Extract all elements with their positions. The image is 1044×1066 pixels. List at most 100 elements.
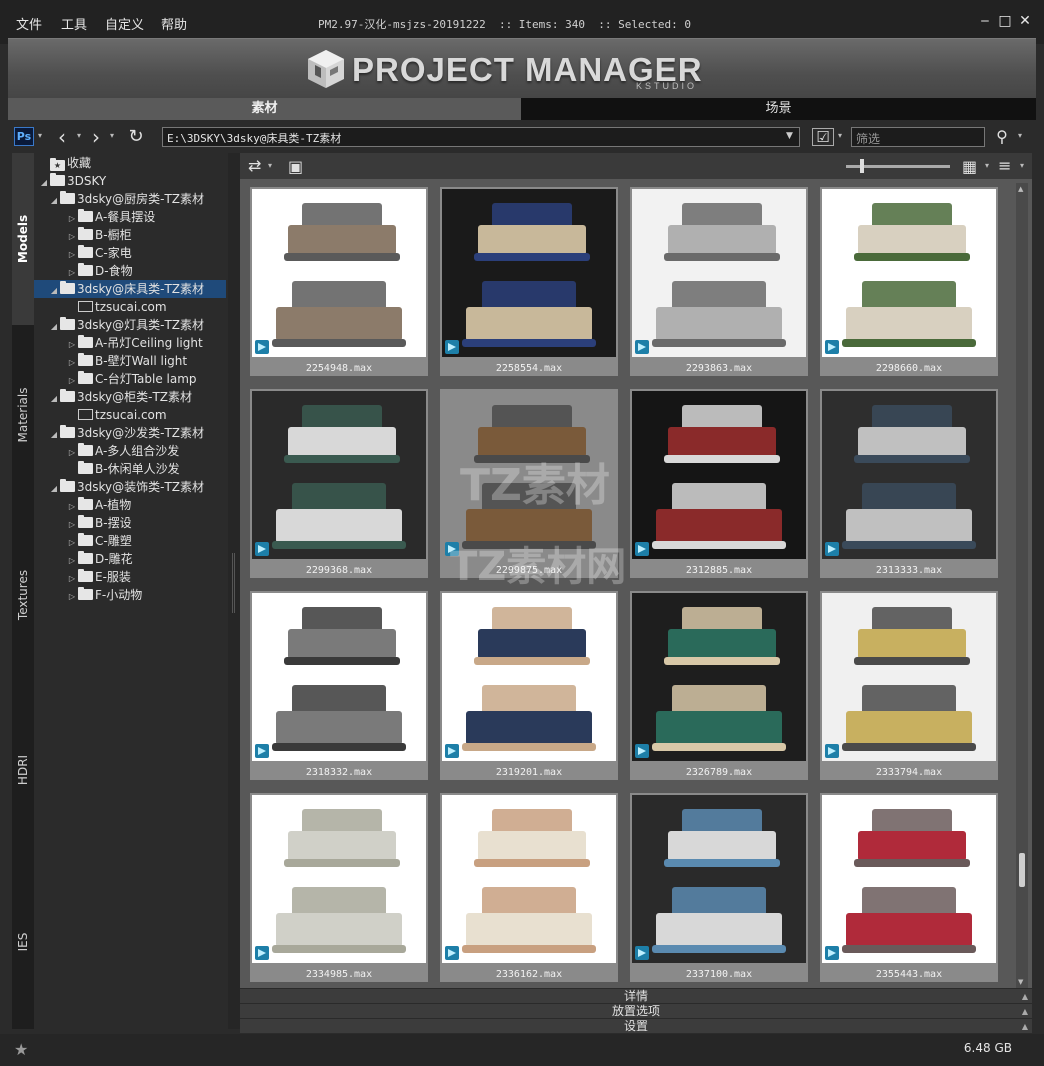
- expand-icon[interactable]: ▲: [1022, 990, 1028, 1004]
- asset-thumbnail[interactable]: 2318332.max: [250, 591, 428, 780]
- filter-input[interactable]: 筛选: [851, 127, 985, 147]
- sync-icon[interactable]: ⇄: [248, 156, 261, 175]
- tree-item[interactable]: ◢ 3dsky@沙发类-TZ素材: [48, 424, 204, 442]
- asset-thumbnail[interactable]: 2336162.max: [440, 793, 618, 982]
- collapse-arrow-icon[interactable]: ◢: [48, 192, 60, 210]
- refresh-icon[interactable]: ↻: [126, 126, 146, 148]
- tree-item[interactable]: ▷ E-服装: [66, 568, 131, 586]
- asset-thumbnail[interactable]: 2319201.max: [440, 591, 618, 780]
- panel-settings[interactable]: 设置 ▲: [240, 1018, 1032, 1033]
- tree-item[interactable]: ▷ C-台灯Table lamp: [66, 370, 197, 388]
- menu-customize[interactable]: 自定义: [105, 14, 144, 33]
- view-dropdown-icon[interactable]: ▾: [985, 161, 989, 170]
- photoshop-icon[interactable]: Ps: [14, 127, 34, 146]
- asset-thumbnail[interactable]: 2334985.max: [250, 793, 428, 982]
- tree-item[interactable]: tzsucai.com: [66, 406, 167, 424]
- path-input[interactable]: E:\3DSKY\3dsky@床具类-TZ素材: [162, 127, 800, 147]
- tab-materials[interactable]: Materials: [12, 325, 34, 505]
- expand-arrow-icon[interactable]: ▷: [66, 588, 78, 606]
- tree-item[interactable]: B-休闲单人沙发: [66, 460, 180, 478]
- tree-item[interactable]: ▷ C-雕塑: [66, 532, 132, 550]
- expand-icon[interactable]: ▲: [1022, 1020, 1028, 1034]
- box-icon[interactable]: ▣: [288, 157, 303, 176]
- checklist-icon[interactable]: ☑: [812, 128, 834, 146]
- sync-dropdown-icon[interactable]: ▾: [268, 161, 272, 170]
- tab-hdri[interactable]: HDRI: [12, 685, 34, 855]
- grid-view-icon[interactable]: ▦: [962, 157, 977, 176]
- scrollbar-thumb[interactable]: [1019, 853, 1025, 887]
- asset-thumbnail[interactable]: 2312885.max: [630, 389, 808, 578]
- menu-help[interactable]: 帮助: [161, 14, 187, 33]
- search-icon[interactable]: ⚲: [992, 126, 1012, 148]
- folder-icon: [60, 425, 75, 438]
- panel-splitter[interactable]: [228, 153, 240, 1029]
- asset-thumbnail[interactable]: 2298660.max: [820, 187, 998, 376]
- asset-thumbnail[interactable]: 2299875.max: [440, 389, 618, 578]
- collapse-arrow-icon[interactable]: ◢: [48, 390, 60, 408]
- forward-icon[interactable]: ›: [88, 126, 104, 148]
- checklist-dropdown-icon[interactable]: ▾: [838, 131, 842, 140]
- minimize-icon[interactable]: ‒: [976, 12, 994, 30]
- ps-dropdown-icon[interactable]: ▾: [38, 131, 42, 140]
- asset-thumbnail[interactable]: 2293863.max: [630, 187, 808, 376]
- panel-placement-options[interactable]: 放置选项 ▲: [240, 1003, 1032, 1018]
- tree-item[interactable]: ▷ F-小动物: [66, 586, 142, 604]
- splitter-grip[interactable]: [232, 553, 235, 613]
- tree-item[interactable]: ◢ 3dsky@柜类-TZ素材: [48, 388, 192, 406]
- asset-thumbnail[interactable]: 2326789.max: [630, 591, 808, 780]
- expand-icon[interactable]: ▲: [1022, 1005, 1028, 1019]
- sort-dropdown-icon[interactable]: ▾: [1020, 161, 1024, 170]
- panel-details[interactable]: 详情 ▲: [240, 988, 1032, 1003]
- back-icon[interactable]: ‹: [54, 126, 70, 148]
- tab-material[interactable]: 素材: [8, 98, 521, 120]
- search-dropdown-icon[interactable]: ▾: [1018, 131, 1022, 140]
- tree-item[interactable]: ▷ B-橱柜: [66, 226, 132, 244]
- slider-handle[interactable]: [860, 159, 864, 173]
- asset-thumbnail[interactable]: 2299368.max: [250, 389, 428, 578]
- scroll-down-icon[interactable]: ▼: [1018, 978, 1023, 986]
- maximize-icon[interactable]: □: [996, 12, 1014, 30]
- tree-item[interactable]: ▷ B-摆设: [66, 514, 132, 532]
- tree-item[interactable]: ▷ A-多人组合沙发: [66, 442, 179, 460]
- tree-item[interactable]: ▷ A-餐具摆设: [66, 208, 155, 226]
- close-icon[interactable]: ✕: [1016, 12, 1034, 30]
- path-dropdown-icon[interactable]: ▼: [786, 131, 793, 141]
- scroll-up-icon[interactable]: ▲: [1018, 185, 1023, 193]
- asset-thumbnail[interactable]: 2355443.max: [820, 793, 998, 982]
- collapse-arrow-icon[interactable]: ◢: [48, 480, 60, 498]
- asset-thumbnail[interactable]: 2333794.max: [820, 591, 998, 780]
- tab-textures[interactable]: Textures: [12, 505, 34, 685]
- tree-item[interactable]: ▷ D-食物: [66, 262, 133, 280]
- tree-item[interactable]: ◢ 3dsky@床具类-TZ素材: [34, 280, 226, 298]
- tree-item[interactable]: ◢ 3DSKY: [38, 172, 106, 190]
- vertical-scrollbar[interactable]: ▲ ▼: [1016, 183, 1028, 988]
- back-dropdown-icon[interactable]: ▾: [77, 131, 81, 140]
- tree-item[interactable]: ◢ 3dsky@灯具类-TZ素材: [48, 316, 204, 334]
- bed-base: [664, 253, 780, 261]
- tree-item[interactable]: ▷ D-雕花: [66, 550, 133, 568]
- sort-icon[interactable]: ≡: [998, 156, 1011, 175]
- menu-tools[interactable]: 工具: [61, 14, 87, 33]
- tree-item[interactable]: ★ 收藏: [38, 154, 91, 172]
- menu-file[interactable]: 文件: [16, 14, 42, 33]
- tree-item[interactable]: ▷ A-植物: [66, 496, 131, 514]
- collapse-arrow-icon[interactable]: ◢: [48, 318, 60, 336]
- tab-models[interactable]: Models: [12, 153, 34, 325]
- collapse-arrow-icon[interactable]: ◢: [48, 426, 60, 444]
- asset-thumbnail[interactable]: 2254948.max: [250, 187, 428, 376]
- star-icon[interactable]: ★: [14, 1040, 28, 1059]
- tree-item[interactable]: ▷ C-家电: [66, 244, 132, 262]
- tree-item[interactable]: ▷ A-吊灯Ceiling light: [66, 334, 203, 352]
- tree-item[interactable]: ▷ B-壁灯Wall light: [66, 352, 187, 370]
- asset-thumbnail[interactable]: 2313333.max: [820, 389, 998, 578]
- asset-thumbnail[interactable]: 2337100.max: [630, 793, 808, 982]
- forward-dropdown-icon[interactable]: ▾: [110, 131, 114, 140]
- tab-ies[interactable]: IES: [12, 855, 34, 1029]
- collapse-arrow-icon[interactable]: ◢: [48, 282, 60, 300]
- tree-item[interactable]: ◢ 3dsky@厨房类-TZ素材: [48, 190, 204, 208]
- render-view: [822, 593, 996, 677]
- tab-scene[interactable]: 场景: [521, 98, 1036, 120]
- asset-thumbnail[interactable]: 2258554.max: [440, 187, 618, 376]
- tree-item[interactable]: ◢ 3dsky@装饰类-TZ素材: [48, 478, 204, 496]
- tree-item[interactable]: tzsucai.com: [66, 298, 167, 316]
